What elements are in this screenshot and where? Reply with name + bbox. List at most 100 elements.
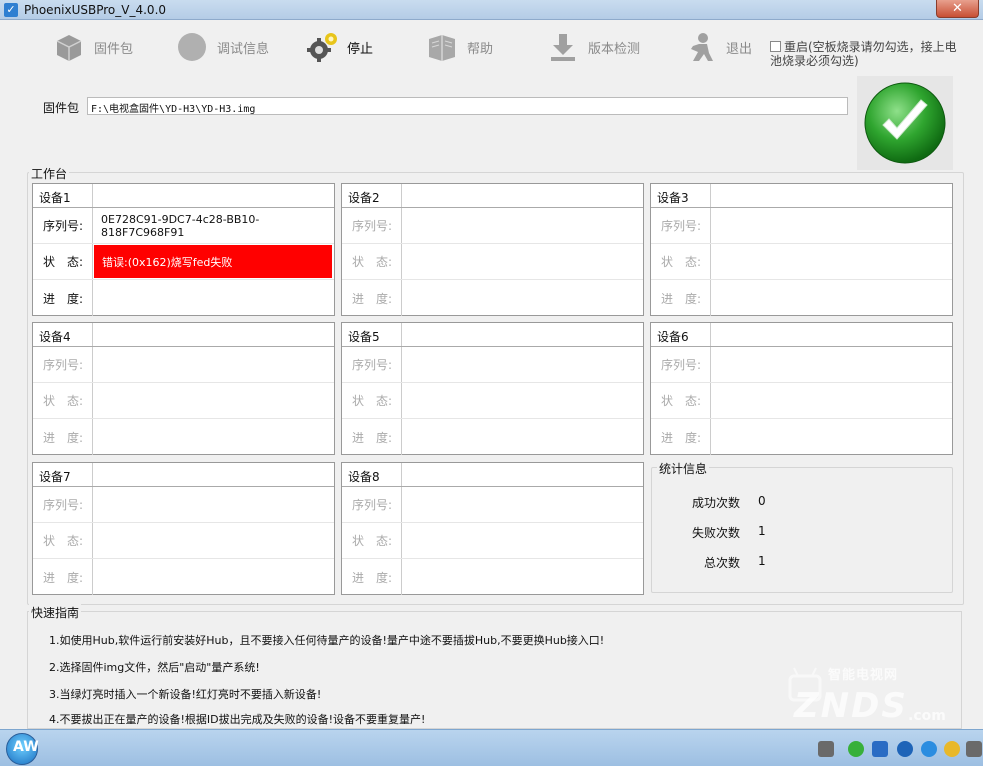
progress-value	[711, 419, 952, 455]
device-panel-8: 设备8 序列号: 状 态: 进 度:	[341, 462, 644, 595]
progress-label: 进 度:	[33, 559, 93, 595]
serial-value	[93, 347, 334, 382]
device-panel-3: 设备3 序列号: 状 态: 进 度:	[650, 183, 953, 316]
help-label: 帮助	[467, 41, 494, 57]
start-button[interactable]: AW	[6, 733, 39, 765]
taskbar: AW	[0, 729, 983, 766]
quick-guide-title: 快速指南	[29, 604, 82, 621]
serial-value	[402, 208, 643, 243]
debug-info-button[interactable]: 调试信息	[175, 26, 269, 68]
serial-value: 0E728C91-9DC7-4c28-BB10-818F7C968F91	[101, 212, 260, 239]
total-count-value: 1	[758, 554, 766, 568]
fail-count-label: 失败次数	[691, 526, 740, 540]
app-tray-icon[interactable]	[872, 741, 888, 757]
exit-person-icon	[684, 30, 718, 64]
serial-value	[711, 347, 952, 382]
serial-label: 序列号:	[651, 347, 711, 382]
progress-label: 进 度:	[33, 280, 93, 316]
serial-value	[402, 347, 643, 382]
watermark-text: ZNDS	[794, 686, 908, 726]
serial-value	[402, 487, 643, 522]
close-button[interactable]: ✕	[936, 0, 979, 18]
fail-count-value: 1	[758, 524, 766, 538]
watermark-domain: .com	[908, 708, 946, 724]
progress-label: 进 度:	[342, 419, 402, 455]
status-value	[711, 383, 952, 418]
window-title: PhoenixUSBPro_V_4.0.0	[24, 3, 167, 17]
progress-value	[402, 280, 643, 316]
gears-icon	[305, 30, 339, 64]
exit-label: 退出	[726, 41, 753, 57]
firmware-package-label: 固件包	[94, 41, 134, 57]
device-panel-7: 设备7 序列号: 状 态: 进 度:	[32, 462, 335, 595]
version-check-button[interactable]: 版本检测	[546, 26, 640, 68]
firmware-path-field[interactable]: F:\电视盒固件\YD-H3\YD-H3.img	[87, 97, 848, 115]
progress-value	[93, 280, 334, 316]
serial-label: 序列号:	[33, 208, 93, 243]
qq-icon[interactable]	[944, 741, 960, 757]
status-label: 状 态:	[33, 383, 93, 418]
serial-label: 序列号:	[33, 347, 93, 382]
device-panel-2: 设备2 序列号: 状 态: 进 度:	[341, 183, 644, 316]
guide-line-1: 1.如使用Hub,软件运行前安装好Hub，且不要接入任何待量产的设备!量产中途不…	[49, 634, 605, 647]
wechat-icon[interactable]	[848, 741, 864, 757]
device-name: 设备2	[342, 184, 402, 207]
serial-label: 序列号:	[33, 487, 93, 522]
reboot-checkbox-label: 重启(空板烧录请勿勾选，接上电池烧录必须勾选)	[770, 40, 957, 68]
app-icon: ✓	[4, 3, 18, 17]
device-panel-5: 设备5 序列号: 状 态: 进 度:	[341, 322, 644, 455]
serial-label: 序列号:	[342, 347, 402, 382]
debug-info-label: 调试信息	[217, 41, 270, 57]
progress-label: 进 度:	[342, 280, 402, 316]
title-bar: ✓ PhoenixUSBPro_V_4.0.0 ✕	[0, 0, 983, 20]
progress-label: 进 度:	[651, 280, 711, 316]
status-label: 状 态:	[342, 244, 402, 279]
progress-value	[402, 559, 643, 595]
debug-circle-icon	[175, 30, 209, 64]
status-value	[93, 523, 334, 558]
device-name: 设备1	[33, 184, 93, 207]
status-value	[402, 523, 643, 558]
status-value	[711, 244, 952, 279]
device-name: 设备6	[651, 323, 711, 346]
status-label: 状 态:	[342, 523, 402, 558]
progress-label: 进 度:	[651, 419, 711, 455]
znds-watermark: 智能电视网 ZNDS .com	[786, 660, 976, 730]
firmware-path-label: 固件包	[43, 101, 80, 115]
network-icon[interactable]	[966, 741, 982, 757]
device-panel-4: 设备4 序列号: 状 态: 进 度:	[32, 322, 335, 455]
progress-value	[402, 419, 643, 455]
serial-label: 序列号:	[342, 208, 402, 243]
device-name: 设备8	[342, 463, 402, 486]
status-value	[402, 383, 643, 418]
package-icon	[52, 30, 86, 64]
device-name: 设备4	[33, 323, 93, 346]
help-button[interactable]: 帮助	[425, 26, 493, 68]
green-check-icon	[864, 82, 946, 164]
version-check-label: 版本检测	[588, 41, 641, 57]
device-panel-6: 设备6 序列号: 状 态: 进 度:	[650, 322, 953, 455]
progress-label: 进 度:	[33, 419, 93, 455]
workbench-title: 工作台	[29, 165, 70, 182]
exit-button[interactable]: 退出	[684, 26, 752, 68]
status-indicator	[857, 76, 953, 170]
watermark-sub: 智能电视网	[828, 668, 899, 683]
keyboard-icon[interactable]	[818, 741, 834, 757]
serial-label: 序列号:	[342, 487, 402, 522]
status-value: 错误:(0x162)烧写fed失败	[94, 245, 332, 278]
stop-label: 停止	[347, 41, 374, 57]
firmware-package-button[interactable]: 固件包	[52, 26, 133, 68]
success-count-value: 0	[758, 494, 766, 508]
reboot-checkbox-box[interactable]	[770, 41, 781, 52]
statistics-group: 成功次数 0 失败次数 1 总次数 1	[651, 467, 953, 593]
stop-button[interactable]: 停止	[305, 26, 373, 68]
ie-icon[interactable]	[921, 741, 937, 757]
reboot-checkbox[interactable]: 重启(空板烧录请勿勾选，接上电池烧录必须勾选)	[770, 40, 960, 68]
guide-line-4: 4.不要拔出正在量产的设备!根据ID拔出完成及失败的设备!设备不要重复量产!	[49, 713, 426, 726]
k-app-icon[interactable]	[897, 741, 913, 757]
device-name: 设备5	[342, 323, 402, 346]
serial-label: 序列号:	[651, 208, 711, 243]
device-name: 设备7	[33, 463, 93, 486]
progress-value	[93, 559, 334, 595]
guide-line-3: 3.当绿灯亮时插入一个新设备!红灯亮时不要插入新设备!	[49, 688, 322, 701]
